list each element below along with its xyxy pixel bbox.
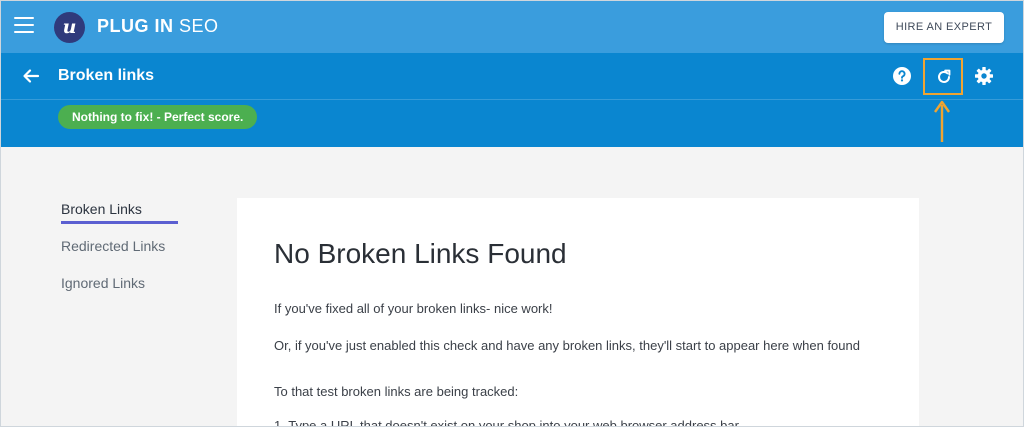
content-paragraph: If you've fixed all of your broken links… [274,301,553,316]
logo: u [54,12,85,43]
gear-icon[interactable] [974,66,994,86]
sidebar-item-redirected-links[interactable]: Redirected Links [61,238,165,275]
content-list-item: 1. Type a URL that doesn't exist on your… [274,418,739,427]
app-window: u PLUG IN SEO HIRE AN EXPERT Broken link… [0,0,1024,427]
content-paragraph: Or, if you've just enabled this check an… [274,338,860,353]
hamburger-icon[interactable] [14,17,34,35]
brand-light-text: SEO [179,16,219,36]
refresh-icon [938,69,951,83]
content-card: No Broken Links Found If you've fixed al… [237,198,919,427]
arrow-left-icon[interactable] [21,66,41,86]
page-header-bar: Broken links Nothing to fix! - Perfect s… [1,53,1023,147]
status-badge: Nothing to fix! - Perfect score. [58,105,258,129]
sidebar-item-label: Broken Links [61,201,142,217]
content-paragraph: To that test broken links are being trac… [274,384,519,399]
active-tab-indicator [61,221,178,224]
sidebar-item-label: Ignored Links [61,275,146,291]
refresh-button[interactable] [923,58,963,95]
sidebar-nav: Broken Links Redirected Links Ignored Li… [61,201,178,312]
header-divider [1,99,1023,100]
sidebar-item-label: Redirected Links [61,238,166,254]
question-circle-icon[interactable] [893,67,911,85]
sidebar-item-broken-links[interactable]: Broken Links [61,201,178,238]
top-app-bar: u PLUG IN SEO HIRE AN EXPERT [1,1,1023,53]
sidebar-item-ignored-links[interactable]: Ignored Links [61,275,165,312]
content-heading: No Broken Links Found [274,238,567,269]
brand-bold-text: PLUG IN [97,16,174,36]
hire-expert-button[interactable]: HIRE AN EXPERT [884,12,1004,43]
arrow-up-icon [934,100,950,142]
brand-name: PLUG IN SEO [97,16,219,37]
page-title: Broken links [58,67,155,84]
